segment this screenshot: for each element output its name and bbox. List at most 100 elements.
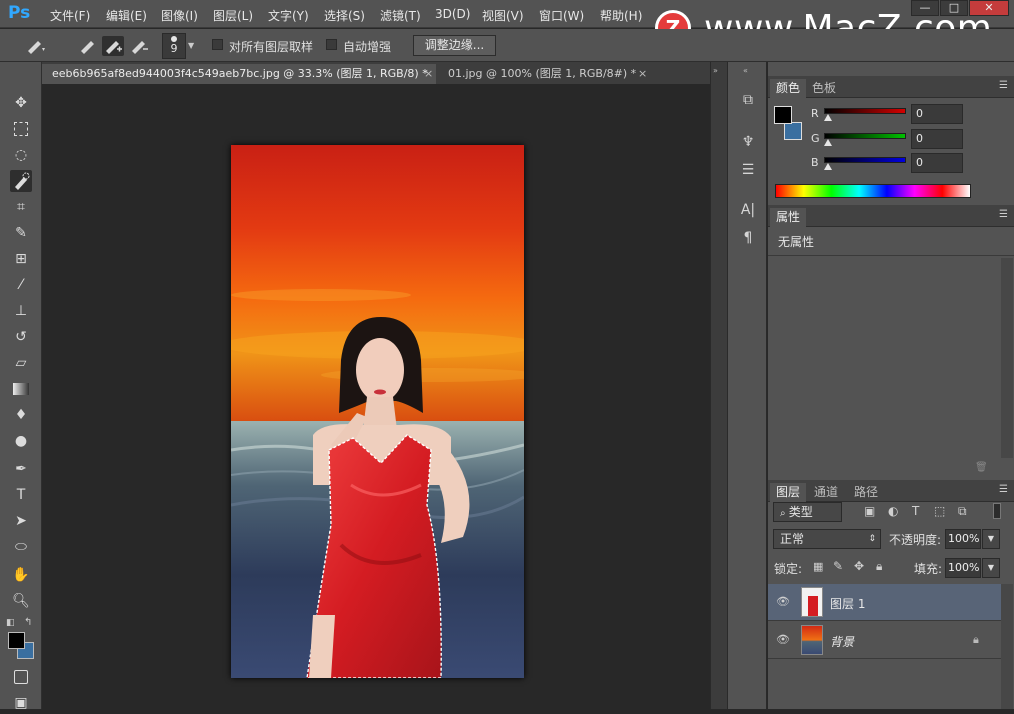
tab-1-close-icon[interactable]: × <box>424 64 433 84</box>
blur-tool-icon[interactable]: ♦ <box>10 404 32 426</box>
brush-tool-icon[interactable]: ⁄ <box>10 274 32 296</box>
filter-shape-layers-icon[interactable]: ⬚ <box>934 504 945 518</box>
tab-color[interactable]: 颜色 <box>770 79 807 98</box>
eraser-tool-icon[interactable]: ▱ <box>10 352 32 374</box>
fill-input[interactable]: 100% <box>945 558 981 578</box>
menu-layer[interactable]: 图层(L) <box>213 7 253 24</box>
document-canvas[interactable] <box>231 145 524 678</box>
layers-scrollbar[interactable] <box>1001 584 1013 709</box>
blend-mode-dropdown[interactable]: 正常 ⇕ <box>773 529 881 549</box>
paragraph-panel-icon[interactable]: ¶ <box>738 228 758 248</box>
background-visibility-eye-icon[interactable]: 👁︎ <box>776 633 790 646</box>
lock-image-pixels-icon[interactable]: ✎ <box>833 559 843 573</box>
screen-mode-icon[interactable]: ▣ <box>10 692 32 714</box>
menu-type[interactable]: 文字(Y) <box>268 7 309 24</box>
add-to-selection-icon[interactable] <box>102 36 124 56</box>
healing-brush-tool-icon[interactable]: ⊞ <box>10 248 32 270</box>
collapse-dock-icon[interactable]: « <box>743 66 748 75</box>
channel-g-slider[interactable] <box>824 133 906 139</box>
tab-properties[interactable]: 属性 <box>770 208 807 227</box>
marquee-tool-icon[interactable] <box>10 118 32 140</box>
eyedropper-tool-icon[interactable]: ✎ <box>10 222 32 244</box>
subtract-selection-icon[interactable] <box>128 36 150 56</box>
properties-scrollbar[interactable] <box>1001 258 1013 458</box>
menu-window[interactable]: 窗口(W) <box>539 7 584 24</box>
zoom-tool-icon[interactable]: 🔍︎ <box>10 590 32 612</box>
color-spectrum-ramp[interactable] <box>775 184 971 198</box>
clone-stamp-tool-icon[interactable]: ⊥ <box>10 300 32 322</box>
adjustments-panel-icon[interactable]: ☰ <box>738 160 758 180</box>
filter-adjustment-layers-icon[interactable]: ◐ <box>888 504 898 518</box>
crop-tool-icon[interactable]: ⌗ <box>10 196 32 218</box>
channel-r-input[interactable]: 0 <box>911 104 963 124</box>
path-selection-tool-icon[interactable]: ➤ <box>10 510 32 532</box>
lock-position-icon[interactable]: ✥ <box>854 559 864 573</box>
lasso-tool-icon[interactable]: ◌ <box>10 144 32 166</box>
menu-select[interactable]: 选择(S) <box>324 7 365 24</box>
default-colors-icon[interactable]: ◧ <box>6 618 15 628</box>
ellipse-tool-icon[interactable]: ⬭ <box>10 536 32 558</box>
sample-all-layers-checkbox[interactable] <box>212 39 223 50</box>
character-panel-icon[interactable]: A| <box>738 200 758 220</box>
auto-enhance-checkbox[interactable] <box>326 39 337 50</box>
menu-help[interactable]: 帮助(H) <box>600 7 642 24</box>
panel-foreground-swatch[interactable] <box>774 106 792 124</box>
channel-r-handle[interactable] <box>824 114 832 121</box>
new-selection-icon[interactable] <box>77 36 99 56</box>
channel-b-input[interactable]: 0 <box>911 153 963 173</box>
menu-view[interactable]: 视图(V) <box>482 7 524 24</box>
layer1-name[interactable]: 图层 1 <box>830 595 865 612</box>
filter-pixel-layers-icon[interactable]: ▣ <box>864 504 875 518</box>
lock-transparent-icon[interactable]: ▦ <box>813 560 823 573</box>
layers-panel-menu-icon[interactable]: ☰ <box>999 484 1008 495</box>
refine-edge-button[interactable]: 调整边缘... <box>413 35 496 56</box>
lock-all-icon[interactable]: 🔒︎ <box>876 559 882 574</box>
pen-tool-icon[interactable]: ✒ <box>10 458 32 480</box>
tab-2-close-icon[interactable]: × <box>638 64 647 84</box>
tab-paths[interactable]: 路径 <box>848 483 884 502</box>
panel-background-swatch[interactable] <box>784 122 802 140</box>
background-layer-name[interactable]: 背景 <box>830 633 854 650</box>
tab-swatches[interactable]: 色板 <box>806 79 842 98</box>
brush-size-picker[interactable]: 9 <box>162 33 186 59</box>
dodge-tool-icon[interactable]: ● <box>10 430 32 452</box>
brush-dropdown-icon[interactable]: ▼ <box>188 41 194 50</box>
gradient-tool-icon[interactable] <box>10 378 32 400</box>
tab-document-2[interactable]: 01.jpg @ 100% (图层 1, RGB/8#) * <box>438 64 648 84</box>
brush-panel-icon[interactable]: ♆ <box>738 132 758 152</box>
tab-document-1[interactable]: eeb6b965af8ed944003f4c549aeb7bc.jpg @ 33… <box>42 64 436 84</box>
hand-tool-icon[interactable]: ✋ <box>10 564 32 586</box>
properties-panel-menu-icon[interactable]: ☰ <box>999 209 1008 220</box>
layer-row-background[interactable]: 👁︎ 背景 🔒︎ <box>768 622 1002 659</box>
menu-3d[interactable]: 3D(D) <box>435 7 470 21</box>
filter-smart-objects-icon[interactable]: ⧉ <box>958 504 967 519</box>
quick-selection-tool-icon[interactable] <box>10 170 32 192</box>
tool-preset-icon[interactable] <box>24 36 46 56</box>
foreground-color-swatch[interactable] <box>8 632 25 649</box>
menu-filter[interactable]: 滤镜(T) <box>380 7 421 24</box>
type-tool-icon[interactable]: T <box>10 484 32 506</box>
layer1-visibility-eye-icon[interactable]: 👁︎ <box>776 595 790 608</box>
opacity-input[interactable]: 100% <box>945 529 981 549</box>
opacity-dropdown-icon[interactable]: ▼ <box>982 529 1000 549</box>
quick-mask-icon[interactable] <box>10 666 32 688</box>
channel-r-slider[interactable] <box>824 108 906 114</box>
history-panel-icon[interactable]: ⧉ <box>738 90 758 110</box>
layer-filter-dropdown[interactable]: ⌕ 类型 <box>773 502 842 522</box>
tab-channels[interactable]: 通道 <box>808 483 844 502</box>
fill-dropdown-icon[interactable]: ▼ <box>982 558 1000 578</box>
channel-b-handle[interactable] <box>824 163 832 170</box>
expand-panels-icon[interactable]: » <box>713 66 718 75</box>
properties-trash-icon[interactable]: 🗑︎ <box>975 462 988 473</box>
channel-b-slider[interactable] <box>824 157 906 163</box>
tab-layers[interactable]: 图层 <box>770 483 807 502</box>
filter-toggle-switch[interactable] <box>993 503 1001 519</box>
color-panel-menu-icon[interactable]: ☰ <box>999 80 1008 91</box>
history-brush-tool-icon[interactable]: ↺ <box>10 326 32 348</box>
channel-g-handle[interactable] <box>824 139 832 146</box>
filter-type-layers-icon[interactable]: T <box>912 504 919 518</box>
menu-edit[interactable]: 编辑(E) <box>106 7 147 24</box>
menu-image[interactable]: 图像(I) <box>161 7 198 24</box>
move-tool-icon[interactable]: ✥ <box>10 92 32 114</box>
layer-row-layer1[interactable]: 👁︎ 图层 1 <box>768 584 1002 621</box>
